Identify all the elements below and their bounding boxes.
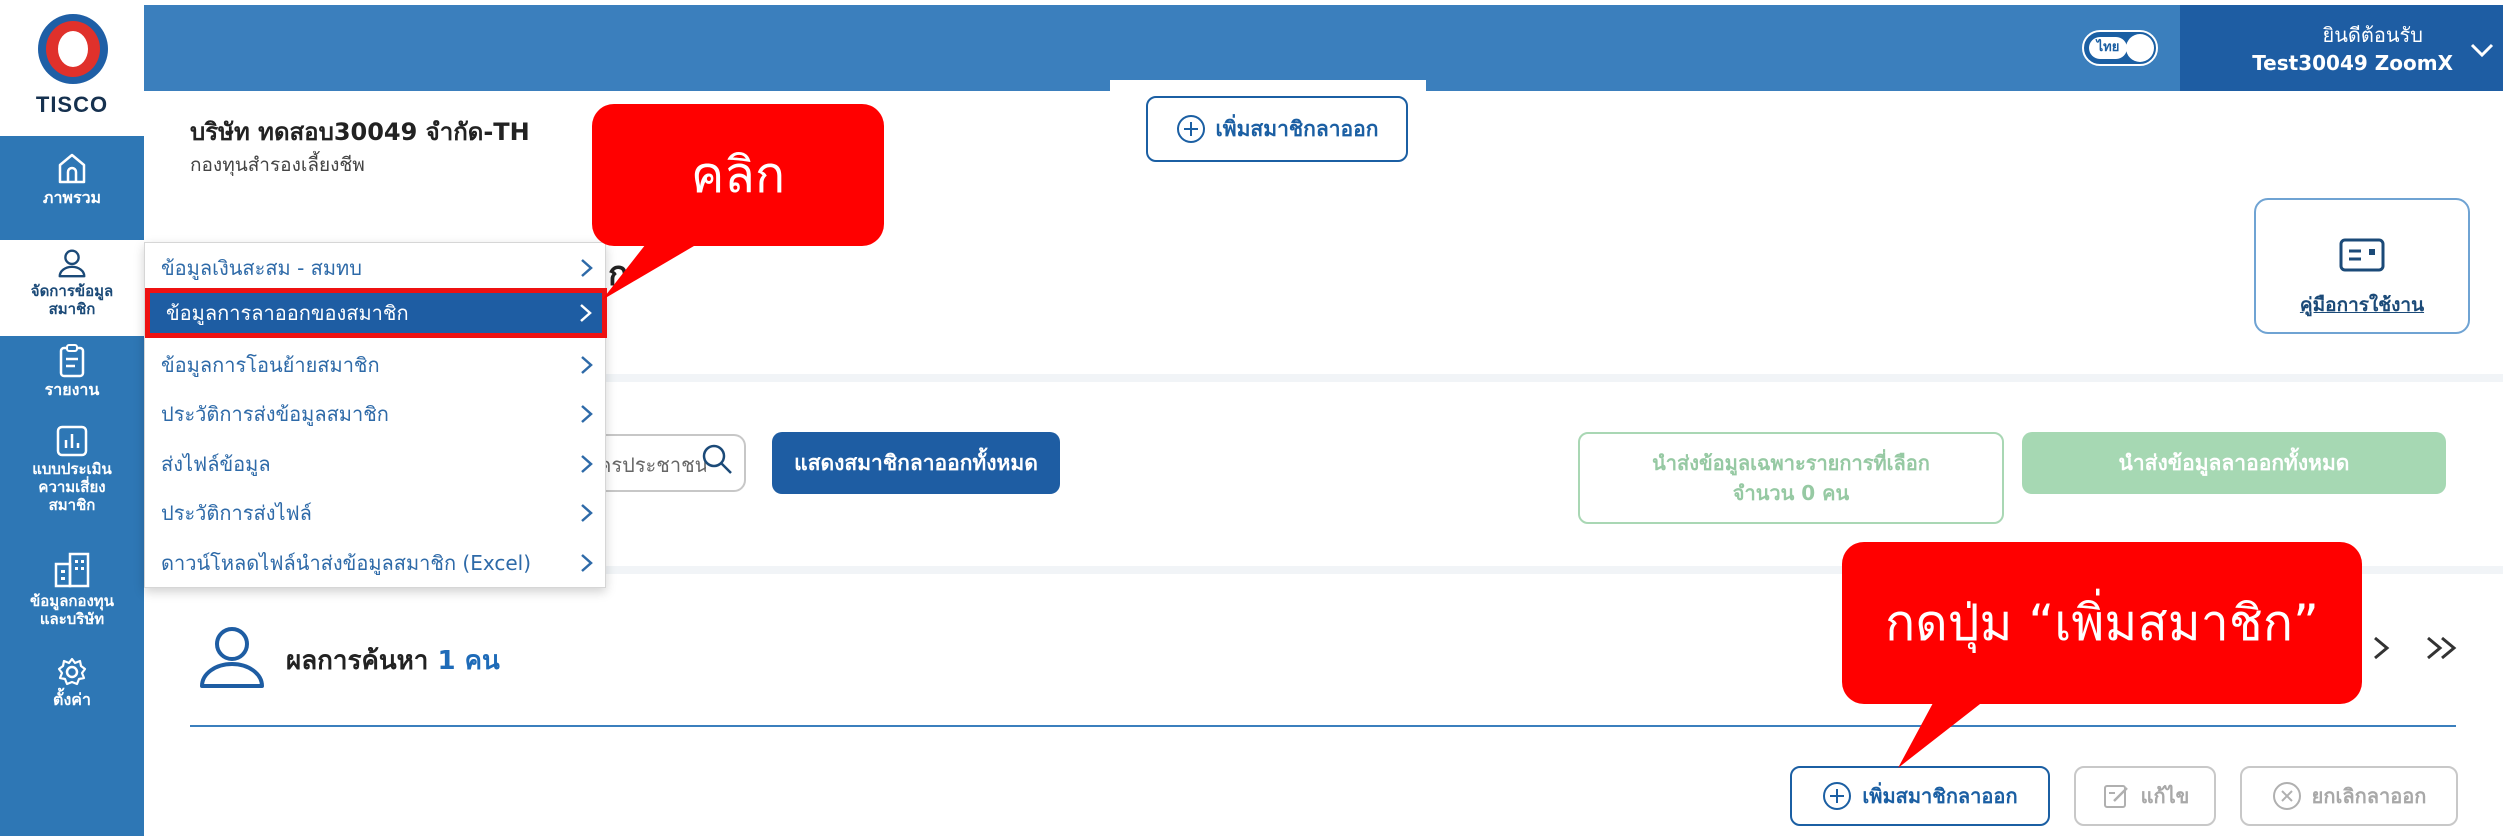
edit-button[interactable]: แก้ไข (2074, 766, 2216, 826)
user-manual-label: คู่มือการใช้งาน (2299, 294, 2425, 316)
sidebar-item-risk-assessment[interactable]: แบบประเมิน ความเสี่ยง สมาชิก (0, 424, 144, 544)
callout-click: คลิก (592, 104, 884, 246)
chart-icon (56, 425, 88, 457)
user-icon (58, 249, 86, 278)
button-label: เพิ่มสมาชิกลาออก (1862, 784, 2018, 808)
chevron-right-icon (581, 405, 593, 423)
button-label: แก้ไข (2140, 784, 2190, 808)
chevron-right-icon (580, 304, 592, 322)
sidebar-item-settings[interactable]: ตั้งค่า (0, 656, 144, 726)
close-circle-icon (2272, 782, 2301, 810)
sidebar-item-report[interactable]: รายงาน (0, 344, 144, 414)
submenu-item-send-file[interactable]: ส่งไฟล์ข้อมูล (145, 439, 607, 489)
person-icon (200, 627, 264, 688)
language-label: ไทย (2089, 37, 2127, 59)
sidebar-item-fund-company[interactable]: ข้อมูลกองทุน และบริษัท (0, 550, 144, 642)
add-resigned-member-button[interactable]: เพิ่มสมาชิกลาออก (1790, 766, 2050, 826)
toggle-knob (2126, 34, 2154, 62)
export-all-button[interactable]: นำส่งข้อมูลลาออกทั้งหมด (2022, 432, 2446, 494)
callout-press-add: กดปุ่ม “เพิ่มสมาชิก” (1842, 542, 2362, 704)
submenu-item-label: ส่งไฟล์ข้อมูล (161, 452, 271, 476)
home-icon (58, 153, 86, 184)
submenu-item-transfer[interactable]: ข้อมูลการโอนย้ายสมาชิก (145, 340, 607, 390)
submenu-item-file-history[interactable]: ประวัติการส่งไฟล์ (145, 488, 607, 538)
header-notch (1110, 80, 1426, 92)
plus-circle-icon (1176, 115, 1205, 143)
sidebar-item-label: ภาพรวม (42, 188, 102, 207)
sidebar-item-label: รายงาน (44, 380, 100, 399)
submenu-item-label: ประวัติการส่งข้อมูลสมาชิก (161, 402, 389, 426)
submenu-item-label: ข้อมูลการลาออกของสมาชิก (166, 301, 409, 325)
result-label: ผลการค้นหา (286, 646, 429, 676)
username: Test30049 ZoomX (2252, 51, 2453, 75)
submenu-item-resignation[interactable]: ข้อมูลการลาออกของสมาชิก (145, 288, 607, 338)
user-manual-button[interactable]: คู่มือการใช้งาน (2254, 198, 2470, 334)
tisco-logo-icon (38, 14, 108, 84)
search-icon[interactable] (700, 442, 734, 476)
chevron-right-icon (581, 504, 593, 522)
show-all-resigned-button[interactable]: แสดงสมาชิกลาออกทั้งหมด (772, 432, 1060, 494)
submenu-item-label: ข้อมูลเงินสะสม - สมทบ (161, 256, 362, 280)
sidebar-item-label: จัดการข้อมูล สมาชิก (30, 282, 114, 318)
sidebar-item-label: ข้อมูลกองทุน และบริษัท (30, 592, 114, 628)
page-title: ก (608, 254, 629, 294)
welcome-text: ยินดีต้อนรับ (2322, 23, 2424, 47)
logo[interactable]: TISCO (0, 0, 144, 136)
chevron-right-icon (581, 455, 593, 473)
sidebar-item-member-management[interactable]: จัดการข้อมูล สมาชิก (0, 240, 144, 336)
company-name: บริษัท ทดสอบ30049 จำกัด-TH (190, 118, 530, 146)
language-toggle[interactable]: ไทย (2082, 30, 2158, 66)
chevron-right-icon (581, 356, 593, 374)
building-icon (54, 552, 90, 588)
button-label: ยกเลิกลาออก (2311, 784, 2427, 808)
cancel-resignation-button[interactable]: ยกเลิกลาออก (2240, 766, 2458, 826)
submenu-item-label: ดาวน์โหลดไฟล์นำส่งข้อมูลสมาชิก (Excel) (161, 551, 532, 575)
chevron-right-icon (581, 554, 593, 572)
result-divider (190, 725, 2456, 727)
submenu-item-submission-history[interactable]: ประวัติการส่งข้อมูลสมาชิก (145, 389, 607, 439)
submenu-item-label: ข้อมูลการโอนย้ายสมาชิก (161, 353, 380, 377)
chevron-down-icon (2470, 43, 2494, 58)
search-result-summary: ผลการค้นหา 1 คน (286, 640, 500, 681)
submenu-item-label: ประวัติการส่งไฟล์ (161, 501, 312, 525)
pager-next-icon[interactable] (2366, 628, 2396, 668)
export-selected-button[interactable]: นำส่งข้อมูลเฉพาะรายการที่เลือก จำนวน 0 ค… (1578, 432, 2004, 524)
button-label: เพิ่มสมาชิกลาออก (1215, 116, 1379, 141)
member-submenu: ข้อมูลเงินสะสม - สมทบ ข้อมูลการลาออกของส… (144, 242, 607, 588)
edit-icon (2103, 785, 2128, 808)
sidebar-item-overview[interactable]: ภาพรวม (0, 150, 144, 230)
search-placeholder: ครประชาชน (598, 453, 706, 477)
sidebar-item-label: ตั้งค่า (53, 690, 91, 709)
logo-text: TISCO (35, 92, 109, 117)
user-menu[interactable]: ยินดีต้อนรับ Test30049 ZoomX (2180, 5, 2503, 91)
add-resigned-member-button-top[interactable]: เพิ่มสมาชิกลาออก (1146, 96, 1408, 162)
sidebar-item-label: แบบประเมิน ความเสี่ยง สมาชิก (32, 460, 112, 514)
result-count: 1 คน (437, 646, 500, 676)
plus-circle-icon (1823, 782, 1852, 810)
submenu-item-contributions[interactable]: ข้อมูลเงินสะสม - สมทบ (145, 243, 607, 293)
pager-last-icon[interactable] (2422, 628, 2462, 668)
chevron-right-icon (581, 259, 593, 277)
gear-icon (57, 657, 87, 686)
manual-card-icon (2339, 238, 2385, 272)
report-icon (59, 344, 85, 378)
fund-type: กองทุนสำรองเลี้ยงชีพ (190, 154, 365, 176)
submenu-item-download-excel[interactable]: ดาวน์โหลดไฟล์นำส่งข้อมูลสมาชิก (Excel) (145, 538, 607, 588)
